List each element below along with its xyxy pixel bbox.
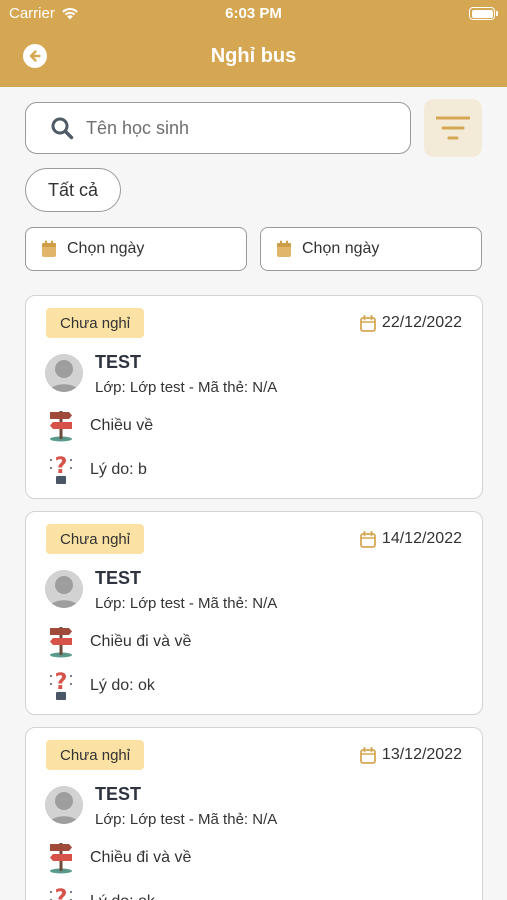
card-date-text: 14/12/2022 <box>381 530 462 547</box>
to-date-picker[interactable]: Chọn ngày <box>260 227 482 271</box>
app-header: Carrier 6:03 PM Nghỉ bus <box>0 0 507 87</box>
status-badge: Chưa nghỉ <box>46 308 145 338</box>
card-date: 22/12/2022 <box>360 314 462 332</box>
calendar-icon <box>42 240 56 257</box>
card-date-text: 22/12/2022 <box>381 314 462 331</box>
question-icon: ? <box>50 454 72 484</box>
svg-text:?: ? <box>55 886 68 900</box>
status-time: 6:03 PM <box>225 5 282 22</box>
search-input[interactable]: Tên học sinh <box>25 102 411 154</box>
question-icon: ? <box>50 886 72 900</box>
signpost-icon <box>50 627 72 658</box>
filter-chip-all[interactable]: Tất cả <box>25 168 121 212</box>
route-text: Chiều đi và về <box>90 633 192 650</box>
question-icon: ? <box>50 670 72 700</box>
card-date: 14/12/2022 <box>360 530 462 548</box>
absence-card[interactable]: Chưa nghỉ 14/12/2022 TEST Lớp: Lớp test … <box>25 511 483 715</box>
filter-icon <box>436 116 470 140</box>
avatar <box>45 354 83 392</box>
route-text: Chiều về <box>90 417 154 434</box>
from-date-picker[interactable]: Chọn ngày <box>25 227 247 271</box>
status-badge: Chưa nghỉ <box>46 524 145 554</box>
card-date: 13/12/2022 <box>360 746 462 764</box>
filter-button[interactable] <box>424 99 482 157</box>
user-placeholder-icon <box>45 570 83 608</box>
svg-text:?: ? <box>55 454 68 479</box>
battery-icon <box>469 7 498 20</box>
student-name: TEST <box>95 784 142 804</box>
absence-card[interactable]: Chưa nghỉ 22/12/2022 TEST Lớp: Lớp test … <box>25 295 483 499</box>
search-icon <box>51 117 74 140</box>
page-title: Nghỉ bus <box>210 45 297 67</box>
reason-text: Lý do: ok <box>90 893 155 900</box>
avatar <box>45 786 83 824</box>
student-class-card: Lớp: Lớp test - Mã thẻ: N/A <box>95 379 278 396</box>
signpost-icon <box>50 411 72 442</box>
reason-text: Lý do: ok <box>90 677 155 694</box>
student-class-card: Lớp: Lớp test - Mã thẻ: N/A <box>95 811 278 828</box>
status-badge: Chưa nghỉ <box>46 740 145 770</box>
to-date-label: Chọn ngày <box>302 240 380 257</box>
signpost-icon <box>50 843 72 874</box>
from-date-label: Chọn ngày <box>67 240 145 257</box>
card-date-text: 13/12/2022 <box>381 746 462 763</box>
calendar-outline-icon <box>360 530 376 548</box>
search-placeholder: Tên học sinh <box>86 117 190 138</box>
avatar <box>45 570 83 608</box>
status-bar: Carrier 6:03 PM <box>0 0 507 28</box>
student-name: TEST <box>95 352 142 372</box>
calendar-outline-icon <box>360 746 376 764</box>
calendar-outline-icon <box>360 314 376 332</box>
reason-text: Lý do: b <box>90 461 147 478</box>
student-class-card: Lớp: Lớp test - Mã thẻ: N/A <box>95 595 278 612</box>
route-text: Chiều đi và về <box>90 849 192 866</box>
user-placeholder-icon <box>45 354 83 392</box>
svg-text:?: ? <box>55 670 68 695</box>
calendar-icon <box>277 240 291 257</box>
student-name: TEST <box>95 568 142 588</box>
absence-card[interactable]: Chưa nghỉ 13/12/2022 TEST Lớp: Lớp test … <box>25 727 483 900</box>
user-placeholder-icon <box>45 786 83 824</box>
